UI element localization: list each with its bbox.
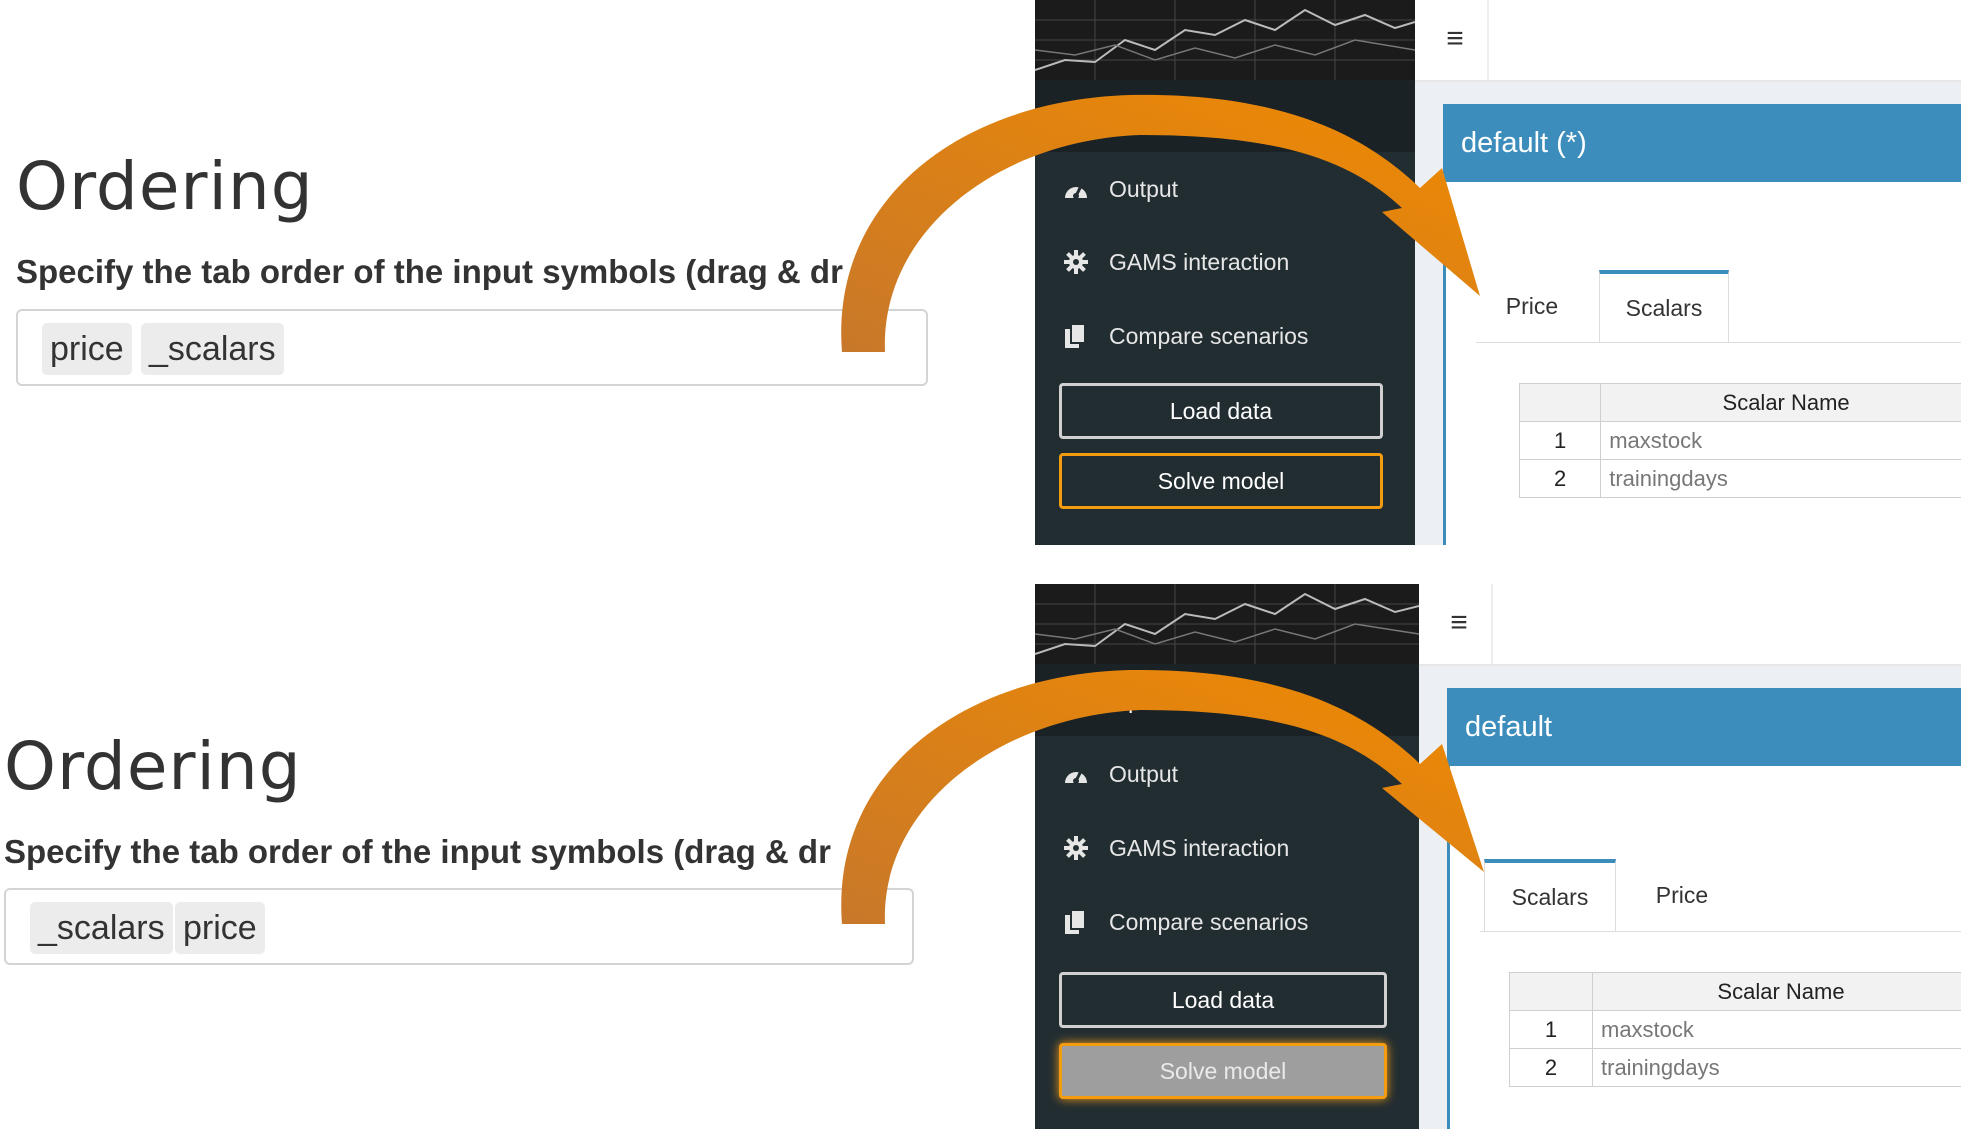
ordering-description: Specify the tab order of the input symbo… bbox=[4, 833, 868, 871]
sidebar-item-input[interactable]: Input bbox=[1035, 80, 1415, 152]
sidebar-item-compare[interactable]: Compare scenarios bbox=[1035, 300, 1415, 372]
row-number: 2 bbox=[1520, 460, 1601, 498]
panel-before: Ordering Specify the tab order of the in… bbox=[0, 0, 1961, 545]
dashboard-icon bbox=[1061, 763, 1091, 785]
solve-model-button[interactable]: Solve model bbox=[1059, 1043, 1387, 1099]
sidebar-item-label: Output bbox=[1109, 176, 1178, 203]
copy-icon bbox=[1061, 910, 1091, 934]
tab-scalars[interactable]: Scalars bbox=[1484, 859, 1616, 931]
row-number-header bbox=[1510, 973, 1593, 1011]
panel-after: Ordering Specify the tab order of the in… bbox=[0, 584, 1961, 1129]
table-row[interactable]: 2 trainingdays bbox=[1510, 1049, 1961, 1087]
scalar-name-cell[interactable]: trainingdays bbox=[1593, 1049, 1961, 1087]
sidebar-item-gams[interactable]: GAMS interaction bbox=[1035, 812, 1419, 884]
sidebar: Input Output GAMS interaction Compare sc… bbox=[1035, 664, 1419, 1129]
ordering-description-end: ) bbox=[869, 253, 880, 290]
content-area: default (*) Price Scalars Scalar Name 1 … bbox=[1415, 82, 1961, 545]
tabs-underline bbox=[1480, 931, 1961, 932]
sidebar-item-label: Compare scenarios bbox=[1109, 323, 1308, 350]
scenario-title: default (*) bbox=[1443, 104, 1961, 182]
tabs-underline bbox=[1476, 342, 1961, 343]
row-number: 1 bbox=[1510, 1011, 1593, 1049]
content-area: default Scalars Price Scalar Name 1 maxs… bbox=[1419, 666, 1961, 1129]
sidebar-item-input[interactable]: Input bbox=[1035, 664, 1419, 736]
sidebar-item-label: Output bbox=[1109, 761, 1178, 788]
logo-banner bbox=[1035, 0, 1415, 80]
tab-order-input[interactable]: price _scalars bbox=[16, 309, 928, 386]
table-row[interactable]: 2 trainingdays bbox=[1520, 460, 1961, 498]
scalar-name-cell[interactable]: maxstock bbox=[1593, 1011, 1961, 1049]
logo-banner bbox=[1035, 584, 1419, 664]
ordering-description-text: Specify the tab order of the input symbo… bbox=[4, 833, 831, 870]
sidebar: Input Output GAMS interaction Compare sc… bbox=[1035, 80, 1415, 545]
scalars-table: Scalar Name 1 maxstock 2 trainingdays bbox=[1519, 383, 1961, 498]
column-header-scalar-name: Scalar Name bbox=[1601, 384, 1961, 422]
sidebar-item-label: GAMS interaction bbox=[1109, 249, 1289, 276]
table-row[interactable]: 1 maxstock bbox=[1510, 1011, 1961, 1049]
table-header-row: Scalar Name bbox=[1520, 384, 1961, 422]
scenario-box: default Scalars Price Scalar Name 1 maxs… bbox=[1447, 688, 1961, 1129]
load-data-button[interactable]: Load data bbox=[1059, 972, 1387, 1028]
grid-icon bbox=[1061, 106, 1091, 126]
order-chip[interactable]: _scalars bbox=[30, 902, 173, 954]
row-number: 2 bbox=[1510, 1049, 1593, 1087]
app-screenshot: ≡ Input Output GAMS interaction bbox=[1035, 0, 1961, 545]
hamburger-menu-icon[interactable]: ≡ bbox=[1444, 606, 1474, 640]
sidebar-item-output[interactable]: Output bbox=[1035, 738, 1419, 810]
sidebar-item-label: Input bbox=[1109, 687, 1160, 714]
header-divider bbox=[1487, 0, 1489, 80]
ordering-description: Specify the tab order of the input symbo… bbox=[16, 253, 880, 291]
sidebar-item-compare[interactable]: Compare scenarios bbox=[1035, 886, 1419, 958]
sidebar-item-gams[interactable]: GAMS interaction bbox=[1035, 226, 1415, 298]
sidebar-item-output[interactable]: Output bbox=[1035, 153, 1415, 225]
stock-chart-banner-image bbox=[1035, 0, 1415, 80]
order-chip[interactable]: price bbox=[42, 323, 132, 375]
table-header-row: Scalar Name bbox=[1510, 973, 1961, 1011]
scalar-name-cell[interactable]: trainingdays bbox=[1601, 460, 1961, 498]
solve-model-button[interactable]: Solve model bbox=[1059, 453, 1383, 509]
order-chip[interactable]: price bbox=[175, 902, 265, 954]
column-header-scalar-name: Scalar Name bbox=[1593, 973, 1961, 1011]
tab-scalars[interactable]: Scalars bbox=[1599, 270, 1729, 342]
sidebar-item-label: Input bbox=[1109, 103, 1160, 130]
stock-chart-banner-image bbox=[1035, 584, 1419, 664]
table-row[interactable]: 1 maxstock bbox=[1520, 422, 1961, 460]
ordering-title: Ordering bbox=[16, 148, 314, 225]
hamburger-menu-icon[interactable]: ≡ bbox=[1440, 22, 1470, 56]
tab-price[interactable]: Price bbox=[1620, 859, 1744, 931]
scenario-title: default bbox=[1447, 688, 1961, 766]
tab-price[interactable]: Price bbox=[1476, 270, 1588, 342]
scalars-table: Scalar Name 1 maxstock 2 trainingdays bbox=[1509, 972, 1961, 1087]
order-chip[interactable]: _scalars bbox=[141, 323, 284, 375]
ordering-title: Ordering bbox=[4, 728, 302, 805]
load-data-button[interactable]: Load data bbox=[1059, 383, 1383, 439]
header-divider bbox=[1491, 584, 1493, 664]
scalar-name-cell[interactable]: maxstock bbox=[1601, 422, 1961, 460]
grid-icon bbox=[1061, 690, 1091, 710]
ordering-description-end: ) bbox=[857, 833, 868, 870]
row-number-header bbox=[1520, 384, 1601, 422]
ordering-description-text: Specify the tab order of the input symbo… bbox=[16, 253, 843, 290]
tab-order-input[interactable]: _scalars price bbox=[4, 888, 914, 965]
copy-icon bbox=[1061, 324, 1091, 348]
app-screenshot: ≡ Input Output GAMS interaction bbox=[1035, 584, 1961, 1129]
gear-icon bbox=[1061, 836, 1091, 860]
dashboard-icon bbox=[1061, 178, 1091, 200]
gear-icon bbox=[1061, 250, 1091, 274]
sidebar-item-label: GAMS interaction bbox=[1109, 835, 1289, 862]
row-number: 1 bbox=[1520, 422, 1601, 460]
scenario-box: default (*) Price Scalars Scalar Name 1 … bbox=[1443, 104, 1961, 545]
sidebar-item-label: Compare scenarios bbox=[1109, 909, 1308, 936]
